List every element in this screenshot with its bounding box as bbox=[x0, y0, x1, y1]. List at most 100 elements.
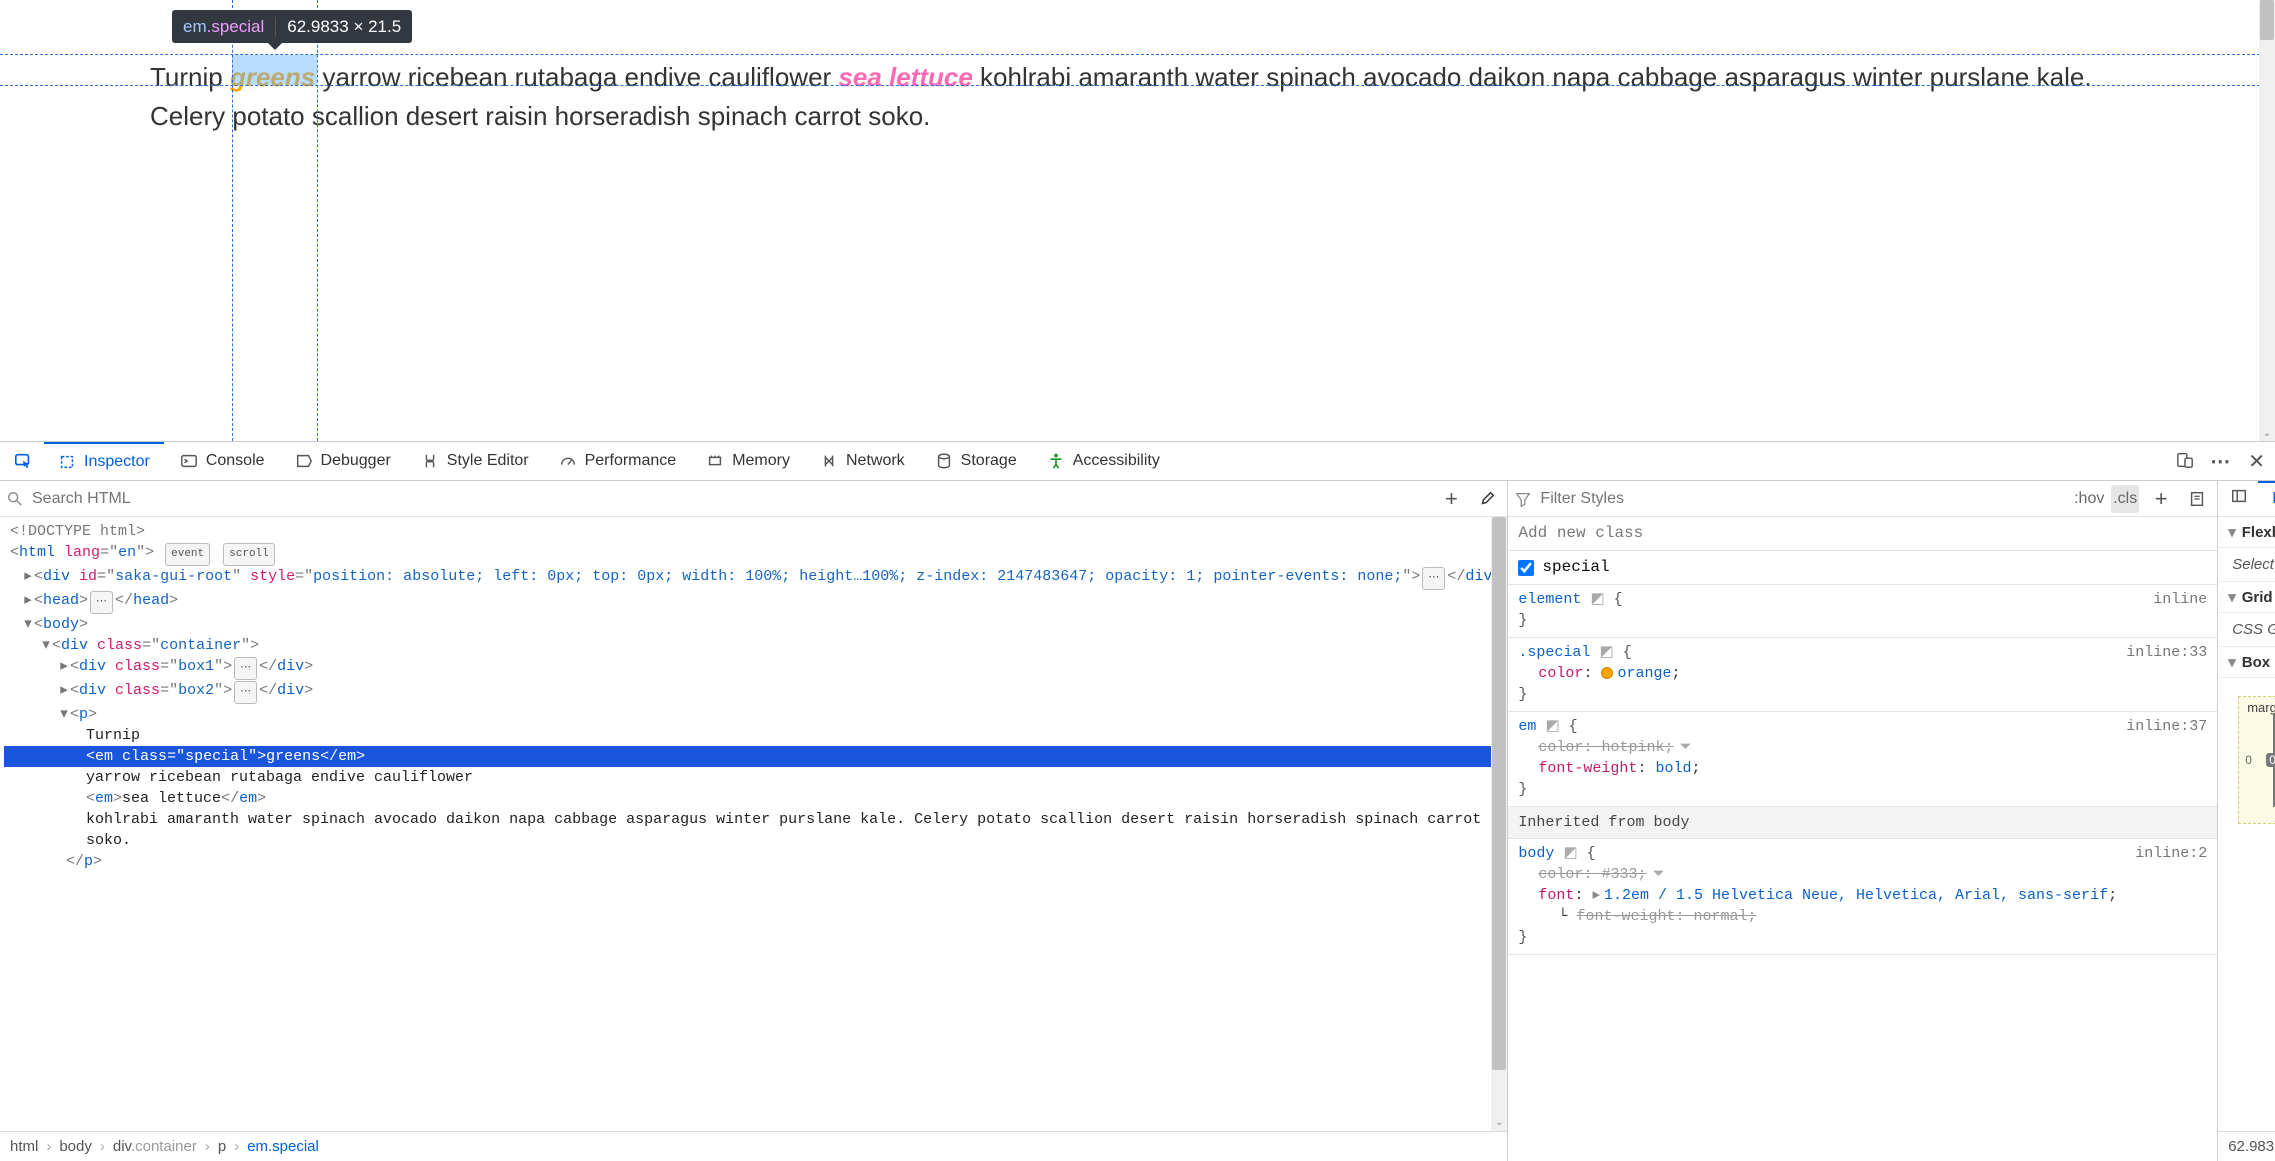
head-element[interactable]: ▸<head>⋯</head> bbox=[4, 590, 1507, 614]
box2-div[interactable]: ▸<div class="box2">⋯</div> bbox=[4, 680, 1507, 704]
body-element[interactable]: ▾<body> bbox=[4, 614, 1507, 635]
color-swatch[interactable] bbox=[1601, 667, 1613, 679]
selected-em-special[interactable]: <em class="special">greens</em> bbox=[4, 746, 1507, 767]
tab-network[interactable]: Network bbox=[806, 442, 919, 480]
guide-left bbox=[232, 0, 233, 441]
event-badge[interactable]: event bbox=[165, 543, 210, 566]
crumb-em-special[interactable]: em.special bbox=[247, 1138, 319, 1155]
tab-label: Memory bbox=[732, 452, 790, 470]
scroll-badge[interactable]: scroll bbox=[223, 543, 275, 566]
tab-inspector[interactable]: Inspector bbox=[44, 442, 164, 480]
tree-scrollbar[interactable]: ⌄ bbox=[1491, 517, 1507, 1131]
status-dimensions: 62.9833×21.5 bbox=[2228, 1138, 2275, 1155]
styles-sheet-button[interactable] bbox=[2183, 485, 2211, 513]
html-search-bar: + bbox=[0, 481, 1507, 517]
hov-toggle[interactable]: :hov bbox=[2075, 485, 2103, 513]
selector-highlighter-icon[interactable]: ◩ bbox=[1599, 644, 1613, 661]
rule-source[interactable]: inline:37 bbox=[2126, 716, 2207, 737]
rule-em[interactable]: inline:37 em ◩ { color: hotpink;⏷ font-w… bbox=[1508, 712, 2217, 807]
border-left[interactable]: 0 bbox=[2266, 753, 2275, 767]
crumb-html[interactable]: html bbox=[10, 1138, 38, 1155]
selector-highlighter-icon[interactable]: ◩ bbox=[1545, 718, 1559, 735]
filter-overridden-icon[interactable]: ⏷ bbox=[1679, 739, 1691, 756]
rendered-page: Turnip greens yarrow ricebean rutabaga e… bbox=[0, 0, 2275, 441]
scrollbar-thumb[interactable] bbox=[2260, 0, 2274, 40]
flexbox-section-header[interactable]: ▾Flexbox bbox=[2218, 517, 2275, 548]
guide-bottom bbox=[0, 85, 2275, 86]
boxmodel-section-header[interactable]: ▾Box Model bbox=[2218, 647, 2275, 678]
saka-div[interactable]: ▸<div id="saka-gui-root" style="position… bbox=[4, 566, 1507, 590]
html-element[interactable]: <html lang="en"> event scroll bbox=[4, 542, 1507, 566]
selector-highlighter-icon[interactable]: ◩ bbox=[1590, 591, 1604, 608]
tab-layout[interactable]: Layout bbox=[2258, 481, 2275, 516]
p-close[interactable]: </p> bbox=[4, 851, 1507, 872]
tab-console[interactable]: Console bbox=[166, 442, 279, 480]
margin-left[interactable]: 0 bbox=[2245, 753, 2252, 767]
grid-message: CSS Grid is not in use on this page bbox=[2218, 613, 2275, 647]
element-picker-button[interactable] bbox=[4, 442, 42, 480]
tab-accessibility[interactable]: Accessibility bbox=[1033, 442, 1174, 480]
responsive-mode-button[interactable] bbox=[2176, 451, 2194, 472]
em-sea-lettuce[interactable]: sea lettuce bbox=[838, 62, 972, 92]
margin-label: margin bbox=[2247, 700, 2275, 715]
filter-overridden-icon[interactable]: ⏷ bbox=[1652, 866, 1664, 883]
sidebar-pane: Layout Computed Changes Fonts Animati ▾ … bbox=[2218, 481, 2275, 1161]
flexbox-message: Select a Flex container or item to conti… bbox=[2218, 548, 2275, 582]
guide-right bbox=[317, 0, 318, 441]
search-icon bbox=[6, 490, 24, 508]
p-element[interactable]: ▾<p> bbox=[4, 704, 1507, 725]
tab-debugger[interactable]: Debugger bbox=[281, 442, 405, 480]
cls-toggle[interactable]: .cls bbox=[2111, 485, 2139, 513]
search-html-input[interactable] bbox=[32, 490, 1429, 508]
eyedropper-button[interactable] bbox=[1473, 485, 1501, 513]
layout-body: ▾Flexbox Select a Flex container or item… bbox=[2218, 517, 2275, 1131]
tab-storage[interactable]: Storage bbox=[921, 442, 1031, 480]
page-scrollbar[interactable]: ⌄ bbox=[2259, 0, 2275, 441]
breadcrumbs-bar: html› body› div.container› p› em.special bbox=[0, 1131, 1507, 1161]
text-node[interactable]: yarrow ricebean rutabaga endive cauliflo… bbox=[4, 767, 1507, 788]
dom-tree[interactable]: <!DOCTYPE html> <html lang="en"> event s… bbox=[0, 517, 1507, 1131]
add-class-row[interactable]: Add new class bbox=[1508, 517, 2217, 551]
expand-shorthand-icon[interactable]: ▸ bbox=[1592, 887, 1600, 904]
tooltip-tag: em bbox=[183, 17, 207, 36]
close-devtools-button[interactable]: ✕ bbox=[2248, 449, 2265, 474]
rule-body[interactable]: inline:2 body ◩ { color: #333;⏷ font: ▸1… bbox=[1508, 839, 2217, 955]
tab-memory[interactable]: Memory bbox=[692, 442, 804, 480]
inspector-highlight bbox=[232, 55, 317, 85]
tree-scrollbar-thumb[interactable] bbox=[1492, 517, 1506, 1069]
tab-label: Debugger bbox=[321, 452, 391, 470]
text-node[interactable]: Turnip bbox=[4, 725, 1507, 746]
sidebar-toggle-button[interactable] bbox=[2222, 487, 2256, 510]
box1-div[interactable]: ▸<div class="box1">⋯</div> bbox=[4, 656, 1507, 680]
class-checkbox-special[interactable]: special bbox=[1508, 551, 2217, 585]
filter-styles-bar: :hov .cls + bbox=[1508, 481, 2217, 517]
scrollbar-down-arrow[interactable]: ⌄ bbox=[2259, 425, 2275, 441]
rules-pane: :hov .cls + Add new class special inline… bbox=[1508, 481, 2218, 1161]
rule-source[interactable]: inline:2 bbox=[2135, 843, 2207, 864]
rule-source[interactable]: inline bbox=[2153, 589, 2207, 610]
add-node-button[interactable]: + bbox=[1437, 485, 1465, 513]
html-pane: + <!DOCTYPE html> <html lang="en"> event… bbox=[0, 481, 1508, 1161]
crumb-body[interactable]: body bbox=[59, 1138, 92, 1155]
filter-styles-input[interactable] bbox=[1540, 490, 2067, 508]
text: Turnip bbox=[150, 62, 230, 92]
crumb-div-container[interactable]: div.container bbox=[113, 1138, 197, 1155]
em-element[interactable]: <em>sea lettuce</em> bbox=[4, 788, 1507, 809]
class-checkbox[interactable] bbox=[1518, 560, 1534, 576]
tab-style-editor[interactable]: Style Editor bbox=[407, 442, 543, 480]
rule-element[interactable]: inline element ◩ { } bbox=[1508, 585, 2217, 638]
container-div[interactable]: ▾<div class="container"> bbox=[4, 635, 1507, 656]
add-rule-button[interactable]: + bbox=[2147, 485, 2175, 513]
tab-label: Style Editor bbox=[447, 452, 529, 470]
crumb-p[interactable]: p bbox=[218, 1138, 226, 1155]
rule-source[interactable]: inline:33 bbox=[2126, 642, 2207, 663]
tooltip-class: .special bbox=[207, 17, 265, 36]
selector-highlighter-icon[interactable]: ◩ bbox=[1563, 845, 1577, 862]
more-options-button[interactable]: ⋯ bbox=[2210, 449, 2232, 474]
scrollbar-down-arrow[interactable]: ⌄ bbox=[1491, 1115, 1507, 1131]
box-model-diagram[interactable]: margin 0 0 0 0 border 0 0 0 0 bbox=[2218, 678, 2275, 842]
tab-performance[interactable]: Performance bbox=[545, 442, 691, 480]
rule-special[interactable]: inline:33 .special ◩ { color: orange; } bbox=[1508, 638, 2217, 712]
grid-section-header[interactable]: ▾Grid bbox=[2218, 582, 2275, 613]
text-node[interactable]: kohlrabi amaranth water spinach avocado … bbox=[4, 809, 1507, 851]
